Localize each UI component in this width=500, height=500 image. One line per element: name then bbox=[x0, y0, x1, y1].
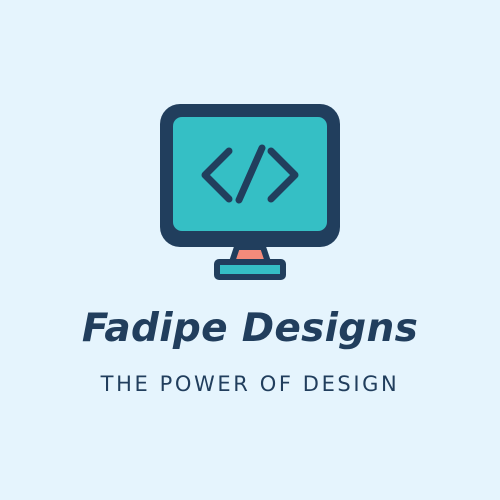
monitor-base-icon bbox=[214, 259, 286, 280]
monitor-code-icon bbox=[160, 104, 340, 280]
brand-name: Fadipe Designs bbox=[81, 306, 419, 351]
tagline: THE POWER OF DESIGN bbox=[100, 372, 400, 396]
